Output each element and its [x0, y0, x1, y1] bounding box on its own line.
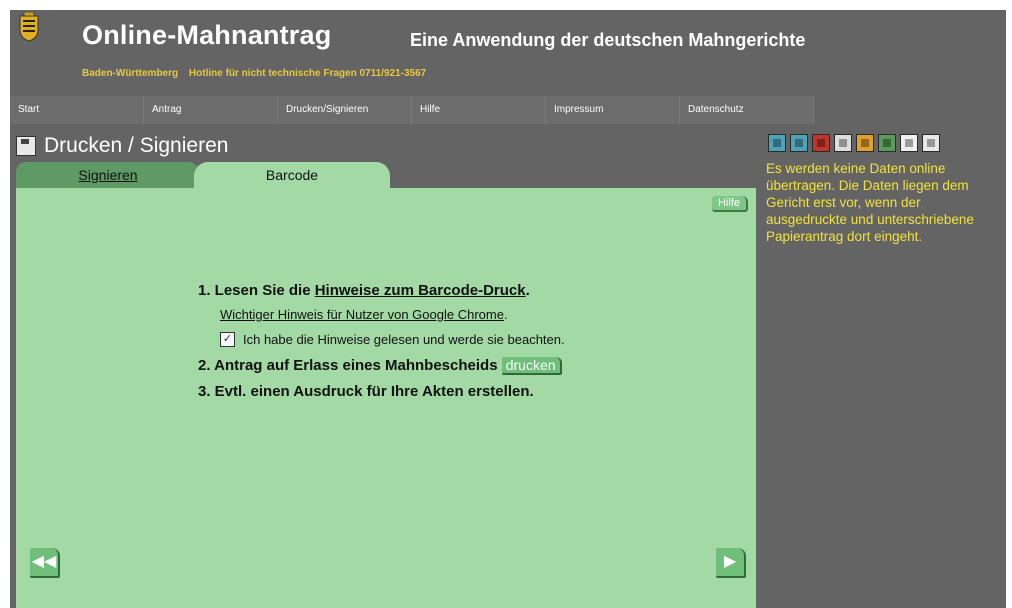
person-blue-icon[interactable]: [790, 134, 808, 152]
page-title: Drucken / Signieren: [16, 134, 228, 158]
confirm-checkbox[interactable]: ✓: [220, 332, 235, 347]
nav-antrag[interactable]: Antrag: [144, 96, 278, 124]
step-1: 1. Lesen Sie die Hinweise zum Barcode-Dr…: [198, 282, 565, 299]
nav-start[interactable]: Start: [10, 96, 144, 124]
people-icon[interactable]: [768, 134, 786, 152]
nav-datenschutz[interactable]: Datenschutz: [680, 96, 814, 124]
save-icon: [16, 136, 36, 156]
hotline-label: Hotline für nicht technische Fragen 0711…: [188, 68, 427, 79]
next-button[interactable]: ▶: [716, 548, 746, 578]
coat-of-arms-icon: [19, 12, 39, 42]
chrome-hint: Wichtiger Hinweis für Nutzer von Google …: [220, 307, 565, 322]
region-label: Baden-Württemberg: [82, 68, 179, 79]
tab-barcode[interactable]: Barcode: [194, 162, 390, 190]
step-1-period: .: [525, 282, 530, 299]
person-red-icon[interactable]: [812, 134, 830, 152]
nav-hilfe[interactable]: Hilfe: [412, 96, 546, 124]
step-list: 1. Lesen Sie die Hinweise zum Barcode-Dr…: [198, 282, 565, 408]
barcode-panel: Hilfe 1. Lesen Sie die Hinweise zum Barc…: [16, 188, 756, 608]
step-2: 2. Antrag auf Erlass eines Mahnbescheids…: [198, 357, 565, 375]
step-3: 3. Evtl. einen Ausdruck für Ihre Akten e…: [198, 383, 534, 400]
page-title-text: Drucken / Signieren: [44, 134, 229, 157]
chrome-hint-link[interactable]: Wichtiger Hinweis für Nutzer von Google …: [220, 307, 504, 322]
info-text: Es werden keine Daten online übertragen.…: [766, 161, 974, 244]
app-subtitle: Eine Anwendung der deutschen Mahngericht…: [410, 30, 806, 50]
confirm-row: ✓ Ich habe die Hinweise gelesen und werd…: [220, 332, 565, 347]
confirm-checkbox-label: Ich habe die Hinweise gelesen und werde …: [243, 332, 565, 347]
lock-icon[interactable]: [856, 134, 874, 152]
help-button[interactable]: Hilfe: [711, 196, 748, 212]
list-icon[interactable]: [878, 134, 896, 152]
chrome-hint-period: .: [503, 307, 508, 322]
stamp-icon[interactable]: [834, 134, 852, 152]
app-title: Online-Mahnantrag: [82, 20, 332, 50]
print-button[interactable]: drucken: [501, 357, 562, 375]
nav-impressum[interactable]: Impressum: [546, 96, 680, 124]
back-button[interactable]: ◀◀: [30, 548, 60, 578]
save-icon[interactable]: [922, 134, 940, 152]
barcode-hints-link[interactable]: Hinweise zum Barcode-Druck: [315, 282, 526, 299]
icon-toolbar: [768, 134, 940, 152]
tab-signieren[interactable]: Signieren: [16, 162, 200, 190]
app-window: Online-Mahnantrag Eine Anwendung der deu…: [10, 10, 1006, 608]
step-1-text: 1. Lesen Sie die: [198, 282, 315, 299]
nav-drucken-signieren[interactable]: Drucken/Signieren: [278, 96, 412, 124]
hotline-info: Baden-Württemberg Hotline für nicht tech…: [82, 68, 434, 79]
step-2-text: 2. Antrag auf Erlass eines Mahnbescheids: [198, 357, 498, 374]
page-icon[interactable]: [900, 134, 918, 152]
